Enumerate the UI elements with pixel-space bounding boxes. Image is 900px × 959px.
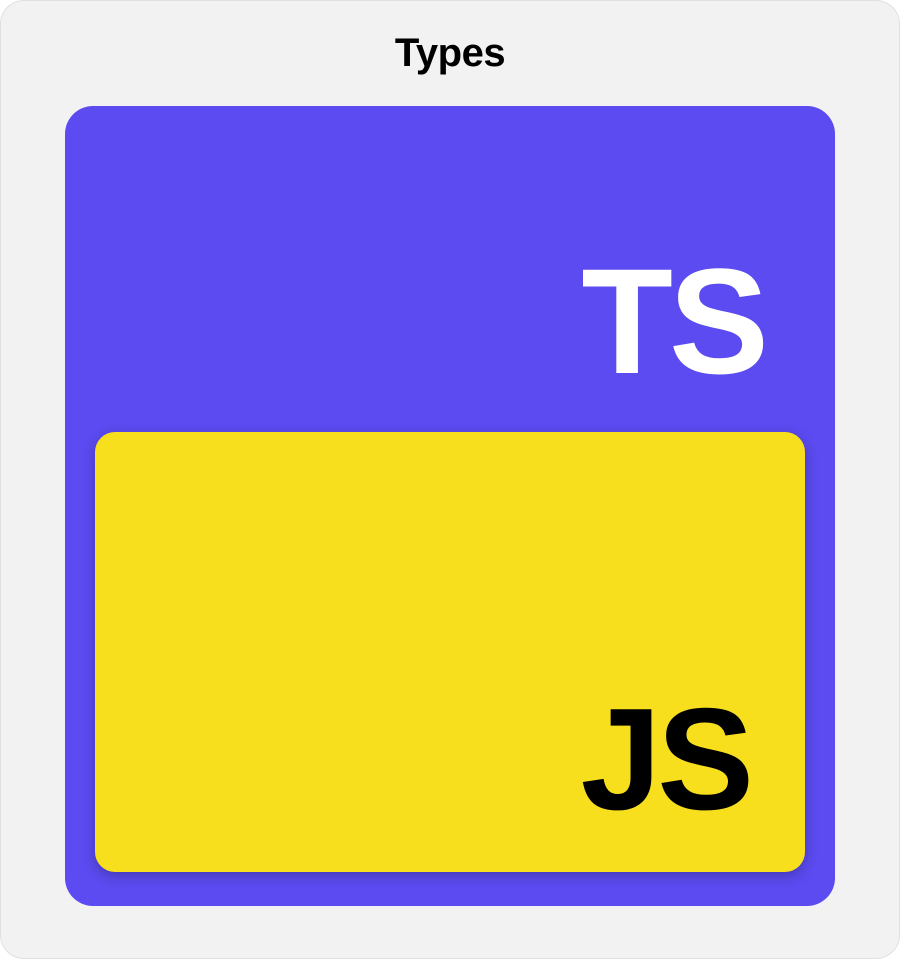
typescript-label: TS bbox=[581, 246, 765, 396]
javascript-box: JS bbox=[95, 432, 805, 872]
javascript-label: JS bbox=[581, 687, 750, 832]
diagram-frame: Types TS JS bbox=[0, 0, 900, 959]
typescript-box: TS JS bbox=[65, 106, 835, 906]
diagram-title: Types bbox=[395, 31, 505, 76]
